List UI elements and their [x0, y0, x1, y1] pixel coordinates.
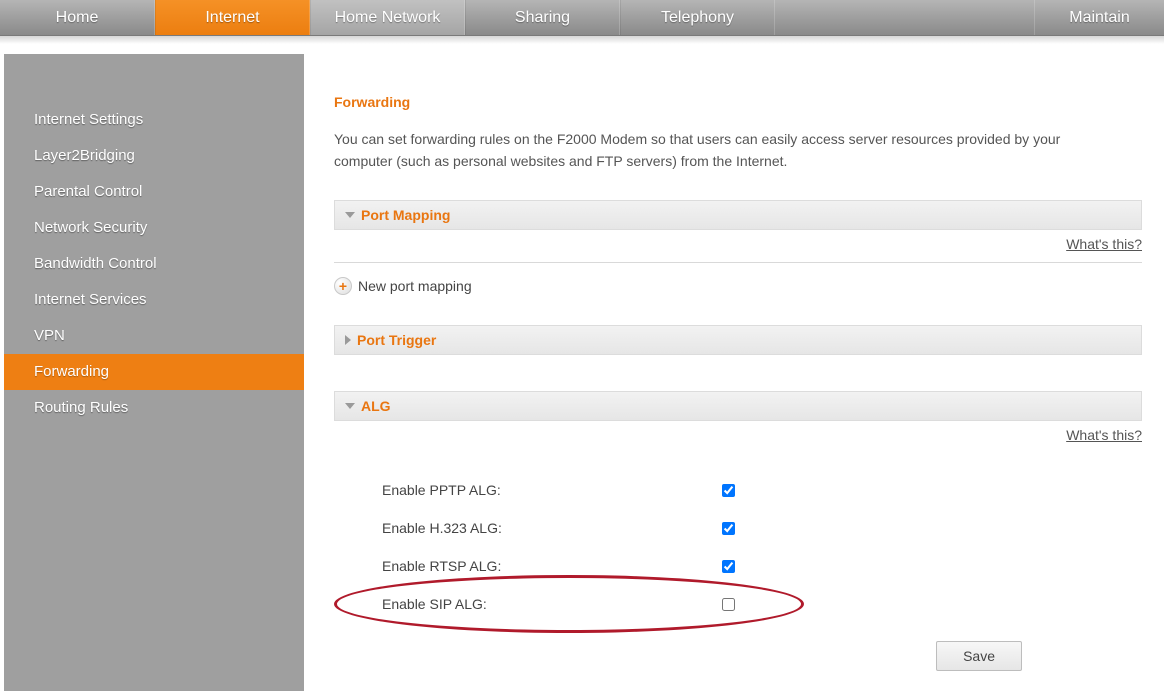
sidebar-item-label: Network Security — [34, 219, 147, 236]
save-row: Save — [334, 641, 1142, 671]
nav-maintain[interactable]: Maintain — [1034, 0, 1164, 35]
top-nav: Home Internet Home Network Sharing Telep… — [0, 0, 1164, 36]
sidebar-item-label: Internet Settings — [34, 111, 143, 128]
sidebar-item-label: Forwarding — [34, 363, 109, 380]
nav-internet-label: Internet — [205, 9, 259, 27]
port-mapping-whats-this-row: What's this? — [334, 230, 1142, 262]
nav-spacer — [775, 0, 1034, 35]
section-alg-label: ALG — [361, 398, 391, 414]
section-port-trigger-label: Port Trigger — [357, 332, 436, 348]
section-alg-header[interactable]: ALG — [334, 391, 1142, 421]
section-gap — [334, 355, 1142, 373]
chevron-down-icon — [345, 403, 355, 409]
page-title: Forwarding — [334, 94, 1142, 110]
new-port-mapping-button[interactable]: + New port mapping — [334, 277, 1142, 295]
chevron-right-icon — [345, 335, 351, 345]
sidebar-item-parental-control[interactable]: Parental Control — [4, 174, 304, 210]
content-pane: Forwarding You can set forwarding rules … — [304, 54, 1164, 691]
sidebar-item-label: Parental Control — [34, 183, 142, 200]
nav-sharing[interactable]: Sharing — [465, 0, 620, 35]
alg-settings: Enable PPTP ALG: Enable H.323 ALG: Enabl… — [382, 471, 1142, 623]
sidebar-item-label: Bandwidth Control — [34, 255, 157, 272]
sidebar-item-internet-services[interactable]: Internet Services — [4, 282, 304, 318]
nav-sharing-label: Sharing — [515, 9, 570, 27]
sidebar: Internet Settings Layer2Bridging Parenta… — [4, 54, 304, 691]
nav-home[interactable]: Home — [0, 0, 155, 35]
nav-shadow — [0, 36, 1164, 44]
page-description: You can set forwarding rules on the F200… — [334, 128, 1114, 172]
sidebar-item-label: VPN — [34, 327, 65, 344]
alg-label: Enable SIP ALG: — [382, 596, 722, 612]
sidebar-item-label: Layer2Bridging — [34, 147, 135, 164]
whats-this-link[interactable]: What's this? — [1066, 427, 1142, 443]
alg-row-sip: Enable SIP ALG: — [382, 585, 1142, 623]
alg-whats-this-row: What's this? — [334, 421, 1142, 453]
nav-home-label: Home — [56, 9, 99, 27]
section-port-trigger-header[interactable]: Port Trigger — [334, 325, 1142, 355]
sidebar-item-layer2bridging[interactable]: Layer2Bridging — [4, 138, 304, 174]
section-port-mapping-label: Port Mapping — [361, 207, 450, 223]
sidebar-item-forwarding[interactable]: Forwarding — [4, 354, 304, 390]
sidebar-item-bandwidth-control[interactable]: Bandwidth Control — [4, 246, 304, 282]
alg-label: Enable RTSP ALG: — [382, 558, 722, 574]
nav-internet[interactable]: Internet — [155, 0, 310, 35]
save-button[interactable]: Save — [936, 641, 1022, 671]
sidebar-item-routing-rules[interactable]: Routing Rules — [4, 390, 304, 426]
nav-maintain-label: Maintain — [1069, 9, 1129, 27]
nav-home-network[interactable]: Home Network — [310, 0, 465, 35]
nav-home-network-label: Home Network — [335, 9, 441, 27]
section-port-mapping-header[interactable]: Port Mapping — [334, 200, 1142, 230]
sidebar-item-label: Routing Rules — [34, 399, 128, 416]
plus-icon: + — [334, 277, 352, 295]
section-gap — [334, 373, 1142, 391]
new-port-mapping-label: New port mapping — [358, 278, 472, 294]
sidebar-item-network-security[interactable]: Network Security — [4, 210, 304, 246]
alg-row-h323: Enable H.323 ALG: — [382, 509, 1142, 547]
alg-h323-checkbox[interactable] — [722, 522, 735, 535]
alg-sip-checkbox[interactable] — [722, 598, 735, 611]
sidebar-item-vpn[interactable]: VPN — [4, 318, 304, 354]
nav-telephony-label: Telephony — [661, 9, 734, 27]
alg-row-pptp: Enable PPTP ALG: — [382, 471, 1142, 509]
chevron-down-icon — [345, 212, 355, 218]
alg-pptp-checkbox[interactable] — [722, 484, 735, 497]
alg-row-rtsp: Enable RTSP ALG: — [382, 547, 1142, 585]
sidebar-item-label: Internet Services — [34, 291, 147, 308]
alg-rtsp-checkbox[interactable] — [722, 560, 735, 573]
alg-label: Enable H.323 ALG: — [382, 520, 722, 536]
sidebar-item-internet-settings[interactable]: Internet Settings — [4, 102, 304, 138]
main-layout: Internet Settings Layer2Bridging Parenta… — [0, 54, 1164, 691]
whats-this-link[interactable]: What's this? — [1066, 236, 1142, 252]
divider — [334, 262, 1142, 263]
nav-telephony[interactable]: Telephony — [620, 0, 775, 35]
alg-label: Enable PPTP ALG: — [382, 482, 722, 498]
